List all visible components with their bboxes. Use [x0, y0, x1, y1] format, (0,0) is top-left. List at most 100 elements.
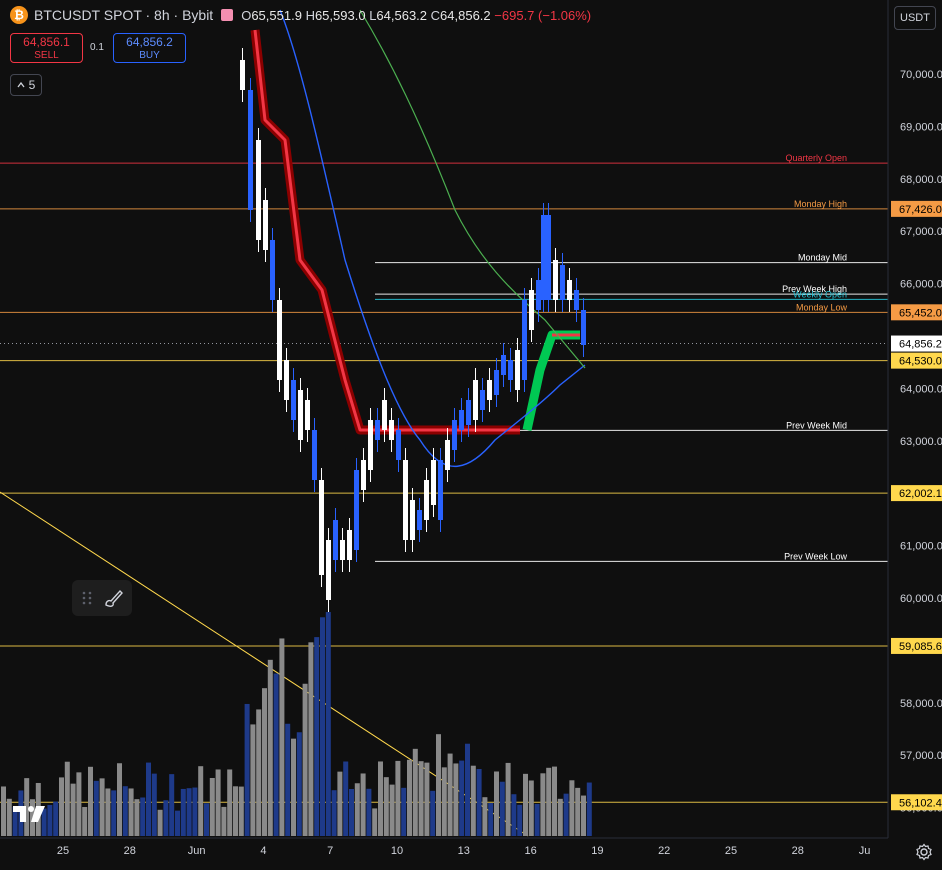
low-value: 64,563.2: [376, 7, 428, 23]
level-label: Quarterly Open: [785, 153, 847, 163]
tradingview-logo[interactable]: [12, 804, 46, 824]
ema-blue[interactable]: [279, 9, 586, 468]
price-tick: 67,000.0: [900, 226, 942, 238]
price-tick: 68,000.0: [900, 174, 942, 186]
volume-bar: [505, 762, 511, 836]
volume-bar: [111, 790, 117, 836]
volume-bar: [540, 773, 546, 836]
candle-body: [326, 540, 331, 600]
volume-bar: [175, 810, 180, 836]
close-value: 64,856.2: [440, 7, 491, 23]
candle-body: [560, 265, 565, 300]
volume-bar: [64, 761, 70, 836]
currency-button[interactable]: USDT: [894, 6, 936, 30]
price-badge-label: 56,102.4: [899, 797, 942, 809]
volume-bar: [157, 809, 163, 836]
candle-body: [389, 420, 394, 440]
chart-header: ₿ BTCUSDT SPOT · 8h · Bybit O65,551.9 H6…: [0, 0, 888, 30]
volume-bar: [59, 777, 64, 836]
volume-bar: [325, 612, 331, 836]
price-badge-label: 65,452.0: [899, 307, 942, 319]
volume-bar: [575, 787, 581, 836]
volume-bar: [314, 637, 320, 836]
candle-body: [487, 380, 492, 400]
candle-body: [522, 300, 527, 380]
volume-bar: [499, 781, 505, 836]
volume-bar: [285, 723, 291, 836]
price-tick: 61,000.0: [900, 541, 942, 553]
candle-body: [417, 510, 422, 530]
candle-body: [382, 400, 387, 430]
volume-bar: [244, 703, 250, 836]
ema-green[interactable]: [359, 9, 586, 369]
time-tick: Jun: [188, 845, 206, 857]
sell-button[interactable]: 64,856.1 SELL: [10, 33, 83, 63]
candle-body: [452, 420, 457, 450]
volume-bar: [296, 732, 302, 836]
volume-bar: [93, 780, 99, 836]
volume-bar: [424, 762, 430, 836]
candle-body: [445, 440, 450, 470]
volume-bar: [447, 753, 453, 836]
volume-bar: [70, 783, 76, 836]
volume-bar: [354, 783, 360, 836]
price-chart[interactable]: Quarterly Open Monday High Monday Mid Prev …: [0, 0, 942, 870]
volume-bar: [372, 808, 378, 836]
candle-body: [340, 540, 345, 560]
trend-band-green: [522, 330, 580, 431]
volume-bar: [412, 748, 418, 836]
candle-body: [501, 355, 506, 375]
time-tick: 28: [124, 845, 136, 857]
volume-bar: [494, 771, 499, 836]
candle-body: [277, 300, 282, 380]
buy-button[interactable]: 64,856.2 BUY: [113, 33, 186, 63]
candle-body: [473, 380, 478, 420]
volume-bar: [569, 780, 575, 836]
open-value: 65,551.9: [251, 7, 302, 23]
volume-bar: [134, 799, 140, 836]
market-status-icon[interactable]: [221, 9, 234, 21]
candle-body: [553, 260, 558, 300]
time-tick: Ju: [859, 845, 871, 857]
drawing-toolbar[interactable]: [72, 580, 132, 616]
volume-bar: [267, 659, 273, 836]
volume-bar: [320, 617, 325, 836]
high-value: 65,593.0: [314, 7, 366, 23]
volume-bar: [557, 798, 563, 836]
candle-body: [567, 280, 572, 300]
volume-bar: [378, 761, 383, 836]
volume-bar: [198, 766, 204, 836]
indicators-toggle[interactable]: 5: [10, 74, 42, 96]
candle-body: [438, 460, 443, 520]
volume-bar: [262, 688, 267, 836]
volume-bar: [88, 766, 93, 836]
candle-body: [240, 60, 245, 90]
price-tick: 57,000.0: [900, 750, 942, 762]
candle-body: [403, 460, 408, 540]
level-label: Prev Week Mid: [786, 420, 847, 430]
volume-bar: [233, 786, 238, 836]
candle-body: [574, 290, 579, 310]
price-badge-label: 64,856.2: [899, 339, 942, 351]
symbol-title[interactable]: BTCUSDT SPOT · 8h · Bybit: [34, 7, 213, 23]
high-label: H: [305, 7, 315, 23]
candle-body: [375, 420, 380, 440]
price-tick: 66,000.0: [900, 279, 942, 291]
time-tick: 22: [658, 845, 670, 857]
candle-body: [515, 350, 520, 390]
time-tick: 10: [391, 845, 403, 857]
volume-bar: [389, 784, 395, 836]
close-label: C: [430, 7, 441, 23]
volume-bar: [146, 762, 151, 836]
time-tick: 7: [327, 845, 333, 857]
volume-bar: [331, 790, 337, 836]
candle-body: [431, 460, 436, 505]
volume-bar: [488, 803, 494, 836]
ohlc-readout: O65,551.9 H65,593.0 L64,563.2 C64,856.2 …: [241, 8, 591, 23]
volume-bar: [441, 767, 447, 836]
time-tick: 19: [591, 845, 603, 857]
settings-gear-icon[interactable]: [915, 843, 933, 861]
brush-icon[interactable]: [102, 587, 124, 609]
volume-bar: [401, 787, 407, 836]
drag-handle-icon[interactable]: [80, 589, 94, 607]
